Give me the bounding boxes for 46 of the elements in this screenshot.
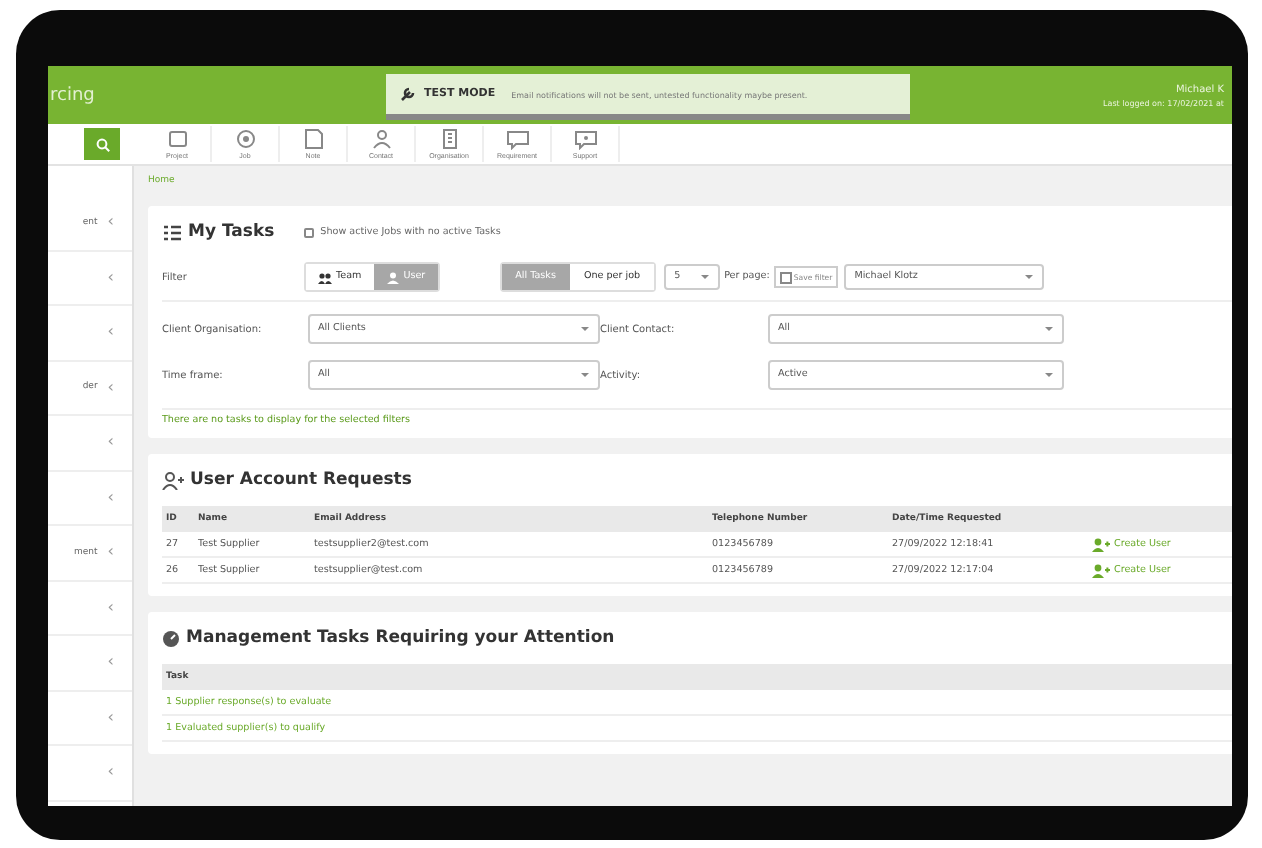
chevron-icon: ‹ <box>107 599 114 616</box>
person-icon <box>385 271 400 283</box>
note-icon <box>301 128 325 150</box>
wrench-icon <box>400 86 416 102</box>
table-header-cell <box>1088 506 1232 532</box>
caret-icon <box>700 274 711 280</box>
sidebar-item[interactable]: ‹ <box>48 691 132 746</box>
caret-icon <box>580 326 590 332</box>
card-title: My Tasks <box>188 222 275 242</box>
chevron-icon: ‹ <box>107 269 114 286</box>
people-icon <box>318 271 332 283</box>
caret-icon <box>1044 326 1054 332</box>
target-icon <box>233 128 257 150</box>
chevron-icon: ‹ <box>107 214 114 231</box>
person-icon <box>369 128 393 150</box>
search-icon <box>95 137 109 151</box>
chevron-icon: ‹ <box>107 379 114 396</box>
chevron-icon: ‹ <box>107 654 114 671</box>
chevron-icon: ‹ <box>107 434 114 451</box>
logo-text: rcing <box>50 85 95 105</box>
caret-icon <box>580 372 590 378</box>
search-button[interactable] <box>84 128 120 160</box>
sidebar-item[interactable]: ‹ <box>48 636 132 691</box>
card-title: Management Tasks Requiring your Attention <box>186 628 615 648</box>
sidebar-item[interactable]: ‹ <box>48 251 132 306</box>
help-bubble-icon <box>573 128 597 150</box>
sidebar-item[interactable]: ‹ <box>48 306 132 361</box>
checkbox[interactable] <box>304 227 315 237</box>
caret-icon <box>1024 274 1035 280</box>
sidebar-item[interactable]: ‹ <box>48 471 132 526</box>
sidebar-item[interactable]: ‹ <box>48 581 132 636</box>
caret-icon <box>1044 372 1054 378</box>
card-title: User Account Requests <box>190 470 412 490</box>
sidebar-item[interactable]: ‹ <box>48 416 132 471</box>
chevron-icon: ‹ <box>107 764 114 781</box>
add-user-icon <box>1092 537 1110 551</box>
list-icon <box>162 223 182 241</box>
speech-bubble-icon <box>505 128 529 150</box>
gauge-icon <box>162 629 180 647</box>
chevron-icon: ‹ <box>107 324 114 341</box>
chevron-icon: ‹ <box>107 709 114 726</box>
add-user-icon <box>1092 563 1110 577</box>
chevron-icon: ‹ <box>107 489 114 506</box>
add-user-icon <box>162 471 184 489</box>
chevron-icon: ‹ <box>107 544 114 561</box>
sidebar-item[interactable]: ‹ <box>48 746 132 801</box>
